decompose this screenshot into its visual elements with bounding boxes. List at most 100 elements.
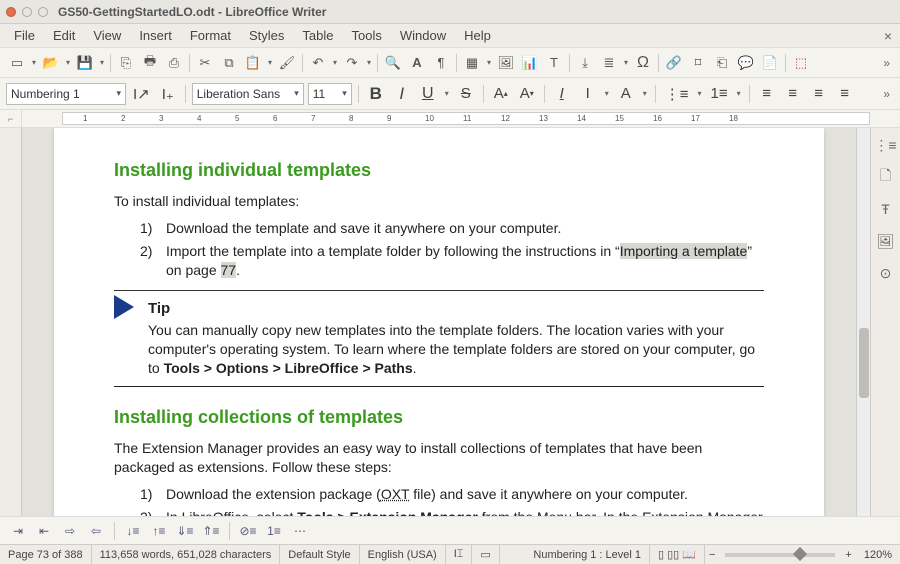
undo-icon[interactable]: ↶	[307, 52, 329, 74]
toolbar-overflow[interactable]: »	[879, 56, 894, 70]
move-down-sub-icon[interactable]: ⇓≡	[175, 522, 195, 540]
no-number-icon[interactable]: ⊘≡	[238, 522, 258, 540]
font-color-icon[interactable]: I	[577, 82, 599, 106]
track-changes-icon[interactable]: 📄	[759, 52, 781, 74]
align-left-icon[interactable]: ≡	[756, 82, 778, 106]
chart-icon[interactable]: 📊	[519, 52, 541, 74]
status-style[interactable]: Default Style	[280, 545, 359, 564]
special-char-icon[interactable]: Ω	[632, 52, 654, 74]
menu-help[interactable]: Help	[456, 25, 499, 46]
sidebar-settings-icon[interactable]: ⋮≡	[875, 134, 897, 156]
status-outline-level[interactable]: Numbering 1 : Level 1	[525, 545, 650, 564]
open-icon[interactable]: 📂	[40, 52, 62, 74]
menu-table[interactable]: Table	[294, 25, 341, 46]
line-icon[interactable]: ⬚	[790, 52, 812, 74]
footnote-icon[interactable]: ⌑	[687, 52, 709, 74]
font-color-dropdown[interactable]: ▾	[603, 89, 611, 98]
menu-tools[interactable]: Tools	[343, 25, 389, 46]
new-style-icon[interactable]: I₊	[157, 82, 179, 106]
highlight-icon[interactable]: A	[615, 82, 637, 106]
bullet-dropdown[interactable]: ▾	[696, 89, 704, 98]
sidebar-properties-icon[interactable]: 🗋	[875, 166, 897, 188]
restart-number-icon[interactable]: 1≡	[264, 522, 284, 540]
italic-button[interactable]: I	[391, 82, 413, 106]
status-language[interactable]: English (USA)	[360, 545, 446, 564]
demote-one-icon[interactable]: ⇥	[8, 522, 28, 540]
formatting-marks-icon[interactable]: ¶	[430, 52, 452, 74]
paragraph-style-combo[interactable]: Numbering 1▾	[6, 83, 126, 105]
move-up-sub-icon[interactable]: ⇑≡	[201, 522, 221, 540]
align-center-icon[interactable]: ≡	[782, 82, 804, 106]
zoom-out-button[interactable]: −	[705, 549, 719, 561]
menu-window[interactable]: Window	[392, 25, 454, 46]
vertical-scrollbar[interactable]	[856, 128, 870, 516]
zoom-in-button[interactable]: +	[841, 549, 855, 561]
cross-reference-link[interactable]: Importing a template	[620, 243, 748, 259]
sidebar-gallery-icon[interactable]: 🖼	[875, 230, 897, 252]
highlight-dropdown[interactable]: ▾	[641, 89, 649, 98]
zoom-slider-knob[interactable]	[793, 546, 807, 560]
paste-dropdown[interactable]: ▾	[266, 58, 274, 67]
menu-format[interactable]: Format	[182, 25, 239, 46]
status-wordcount[interactable]: 113,658 words, 651,028 characters	[92, 545, 281, 564]
field-dropdown[interactable]: ▾	[622, 58, 630, 67]
maximize-window-icon[interactable]	[38, 7, 48, 17]
page-break-icon[interactable]: ⤓	[574, 52, 596, 74]
image-icon[interactable]: 🖼	[495, 52, 517, 74]
export-pdf-icon[interactable]: ⎘	[115, 52, 137, 74]
find-icon[interactable]: 🔍	[382, 52, 404, 74]
spellcheck-icon[interactable]: A	[406, 52, 428, 74]
new-icon[interactable]: ▭	[6, 52, 28, 74]
print-icon[interactable]: 🖶	[139, 52, 161, 74]
bold-button[interactable]: B	[365, 82, 387, 106]
formatbar-overflow[interactable]: »	[879, 87, 894, 101]
clone-format-icon[interactable]: 🖌	[276, 52, 298, 74]
menu-edit[interactable]: Edit	[45, 25, 83, 46]
align-justify-icon[interactable]: ≡	[834, 82, 856, 106]
close-window-icon[interactable]	[6, 7, 16, 17]
underline-button[interactable]: U	[417, 82, 439, 106]
window-controls[interactable]	[6, 7, 48, 17]
zoom-slider[interactable]	[725, 553, 835, 557]
document-page[interactable]: Installing individual templates To insta…	[54, 128, 824, 516]
paste-icon[interactable]: 📋	[242, 52, 264, 74]
status-selection-mode[interactable]: ▭	[472, 545, 499, 564]
textbox-icon[interactable]: T	[543, 52, 565, 74]
scrollbar-thumb[interactable]	[859, 328, 869, 398]
strikethrough-button[interactable]: S	[455, 82, 477, 106]
redo-icon[interactable]: ↷	[341, 52, 363, 74]
bookmark-icon[interactable]: ⎗	[711, 52, 733, 74]
redo-dropdown[interactable]: ▾	[365, 58, 373, 67]
document-area[interactable]: Installing individual templates To insta…	[22, 128, 856, 516]
bullets-dialog-icon[interactable]: ⋯	[290, 522, 310, 540]
save-icon[interactable]: 💾	[74, 52, 96, 74]
update-style-icon[interactable]: I↗	[130, 82, 153, 106]
menu-styles[interactable]: Styles	[241, 25, 292, 46]
number-list-icon[interactable]: 1≡	[708, 82, 731, 106]
horizontal-ruler[interactable]: 123456789101112131415161718	[62, 112, 870, 125]
undo-dropdown[interactable]: ▾	[331, 58, 339, 67]
subscript-button[interactable]: A▾	[516, 82, 538, 106]
table-dropdown[interactable]: ▾	[485, 58, 493, 67]
move-up-icon[interactable]: ↑≡	[149, 522, 169, 540]
comment-icon[interactable]: 💬	[735, 52, 757, 74]
field-icon[interactable]: ≣	[598, 52, 620, 74]
minimize-window-icon[interactable]	[22, 7, 32, 17]
copy-icon[interactable]: ⧉	[218, 52, 240, 74]
status-zoom[interactable]: 120%	[856, 545, 900, 564]
menu-insert[interactable]: Insert	[131, 25, 180, 46]
underline-dropdown[interactable]: ▾	[443, 89, 451, 98]
open-dropdown[interactable]: ▾	[64, 58, 72, 67]
clear-format-icon[interactable]: I	[551, 82, 573, 106]
demote-sub-icon[interactable]: ⇨	[60, 522, 80, 540]
save-dropdown[interactable]: ▾	[98, 58, 106, 67]
font-name-combo[interactable]: Liberation Sans▾	[192, 83, 304, 105]
cut-icon[interactable]: ✂	[194, 52, 216, 74]
page-reference[interactable]: 77	[221, 262, 237, 278]
promote-one-icon[interactable]: ⇤	[34, 522, 54, 540]
new-dropdown[interactable]: ▾	[30, 58, 38, 67]
close-document-icon[interactable]: ×	[884, 28, 892, 44]
table-icon[interactable]: ▦	[461, 52, 483, 74]
status-insert-mode[interactable]: I⌶	[446, 545, 473, 564]
font-size-combo[interactable]: 11▾	[308, 83, 352, 105]
